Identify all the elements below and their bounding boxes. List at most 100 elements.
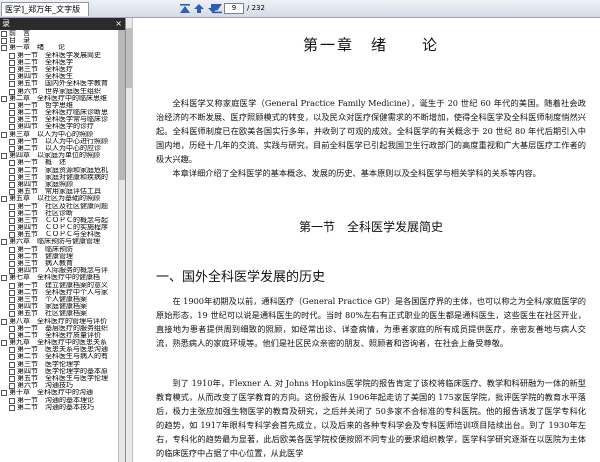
toc-scroll-thumb[interactable] (119, 30, 125, 180)
toc-item[interactable]: 第三节 病人教育 (0, 260, 125, 267)
toc-item[interactable]: 第五节 ＣＯＰＣ与全科医 (0, 231, 125, 239)
page-icon (9, 268, 15, 275)
toc-item[interactable]: 第三章 以人为中心的照顾 (0, 131, 125, 138)
page-icon (9, 261, 15, 267)
toc-item[interactable]: 第二节 全科医疗临床诊断思 (0, 109, 125, 117)
toc-item[interactable]: 第二节 全科医疗中个人与家 (0, 289, 125, 296)
toc-item[interactable]: 第三节 个人健康档案 (0, 296, 125, 303)
toc-item-label: 第七章 全科医疗中的健康档 (9, 274, 100, 282)
page-icon (9, 66, 15, 73)
toc-item[interactable]: 第二节 全科医生与病人的有 (0, 353, 125, 361)
toc-item-label: 第四节 全科医生 (17, 73, 73, 81)
toc-item[interactable]: 第二节 全科医疗质量评价 (0, 332, 125, 339)
toc-item[interactable]: 第三节 全科医疗 (0, 66, 125, 73)
page-icon (9, 397, 15, 404)
toc-sidebar: 录 × 前 言目 录第一章 绪 论第一节 全科医学发展简史 第二节 全科医学 第三节… (0, 18, 126, 462)
page-icon (9, 181, 15, 188)
go-last-button[interactable] (211, 3, 223, 14)
toc-item[interactable]: 第一节 临床预防 (0, 246, 125, 253)
paragraph: 全科医学又称家庭医学（General Practice Family Medic… (156, 98, 586, 164)
toc-item[interactable]: 第四节 医学伦理学的基本原 (0, 368, 125, 375)
page-icon (9, 347, 15, 354)
page-icon (9, 304, 15, 311)
first-page-button[interactable] (179, 3, 191, 14)
page-icon (1, 153, 7, 160)
page-icon (1, 390, 7, 397)
toc-item[interactable]: 第一章 绪 论 (0, 44, 125, 52)
toc-item[interactable]: 第四节 家庭照顾 (0, 181, 125, 188)
page-icon (9, 167, 15, 174)
page-icon (1, 196, 7, 203)
document-scroll-thumb[interactable] (126, 28, 132, 88)
toc-scrollbar[interactable] (118, 30, 125, 462)
toc-item-label: 第二节 全科医生与病人的有 (17, 353, 108, 361)
toc-item-label: 第二节 全科医疗中个人与家 (17, 288, 108, 296)
toc-item[interactable]: 第二节 健康管理 (0, 253, 125, 260)
toc-item-label: 第一节 沟通的基本理论 (17, 396, 94, 404)
toc-item[interactable]: 第三节 ＣＯＰＣ的概念与起 (0, 217, 125, 224)
page-icon (1, 131, 7, 138)
toc-item[interactable]: 目 录 (0, 37, 125, 45)
page-number-input[interactable]: 9 (224, 3, 244, 14)
toc-item[interactable]: 第四节 全科医学的诊疗 (0, 123, 125, 131)
document-tab[interactable]: 医学]_郑万年_文字版 (1, 2, 90, 16)
paragraph: 本章详细介绍了全科医学的基本概念、发展的历史、基本原则以及全科医学与相关学科的关… (172, 168, 541, 178)
toc-item-label: 第二章 全科医疗中的临床思维 (9, 94, 107, 102)
toc-item[interactable]: 第九章 全科医疗中的医患关系 (0, 339, 125, 347)
page-icon (9, 296, 15, 303)
toc-item-label: 第四章 以家庭为单位的照顾 (9, 152, 100, 160)
toc-item[interactable]: 第十章 全科医疗中的沟通 (0, 389, 125, 397)
toc-item-label: 第三节 医学伦理学 (17, 360, 80, 368)
document-scrollbar[interactable] (126, 18, 133, 462)
toc-item[interactable]: 第一节 全科医学发展简史 (0, 52, 125, 59)
toc-item[interactable]: 第二节 家庭资源和家庭危机 (0, 167, 125, 174)
toc-item[interactable]: 第五章 以社区为基础的照顾 (0, 195, 125, 203)
toc-item[interactable]: 第一节 沟通的基本理论 (0, 397, 125, 404)
toc-item[interactable]: 第八章 全科医疗的管理与评价 (0, 318, 125, 325)
toc-item-label: 第一节 概 述 (17, 159, 66, 167)
page-icon (9, 210, 15, 217)
toc-item[interactable]: 第三节 全科医学常与临床诊 (0, 116, 125, 124)
toc-item[interactable]: 第三节 家庭对健康和疾病的 (0, 174, 125, 181)
toc-item-label: 第五节 全科医生与医学伦理 (17, 375, 108, 382)
toc-item[interactable]: 第五节 常用家庭评估工具 (0, 188, 125, 196)
toc-item[interactable]: 第七章 全科医疗中的健康档 (0, 274, 125, 282)
toc-item[interactable]: 第一节 以人为中心进行照顾 (0, 138, 125, 145)
paragraph: 到了 1910年，Flexner A. 对 Johns Hopkins医学院的报… (156, 378, 586, 458)
toc-item[interactable]: 第五节 社区健康档案 (0, 310, 125, 318)
toc-item-label: 第五节 社区健康档案 (17, 310, 87, 318)
close-icon[interactable]: × (115, 18, 122, 30)
toc-item[interactable]: 第六节 世界家庭医生组织 (0, 88, 125, 95)
toc-item[interactable]: 第二节 社区诊断 (0, 210, 125, 217)
page-icon (9, 146, 15, 152)
toc-item[interactable]: 第一节 哲学思维 (0, 102, 125, 109)
toc-item[interactable]: 第五节 国内外全科医学教育 (0, 80, 125, 88)
toc-item[interactable]: 第五节 全科医生与医学伦理 (0, 375, 125, 382)
toc-item[interactable]: 第四节 全科医生 (0, 73, 125, 81)
toc-item[interactable]: 第一节 概 述 (0, 159, 125, 167)
toc-item[interactable]: 第四节 人际服务的概念与评 (0, 267, 125, 275)
toc-item[interactable]: 第二节 以人为中心的应诊 (0, 145, 125, 152)
toc-item[interactable]: 第四节 家庭健康档案 (0, 303, 125, 311)
toc-item[interactable]: 前 言 (0, 30, 125, 37)
toc-item-label: 第十章 全科医疗中的沟通 (9, 389, 93, 397)
page-icon (9, 217, 15, 224)
toc-item[interactable]: 第一节 建立健康档案的意义 (0, 282, 125, 289)
toc-item[interactable]: 第二节 沟通的基本技巧 (0, 404, 125, 411)
page-icon (1, 38, 7, 45)
toc-item[interactable]: 第一节 社区及社区健康问题 (0, 203, 125, 210)
toc-item[interactable]: 第一节 基层医疗的服务组织 (0, 325, 125, 332)
toc-item[interactable]: 第一节 医患关系与医患沟通 (0, 346, 125, 354)
page-icon (9, 376, 15, 382)
toc-item-label: 第四节 家庭健康档案 (17, 303, 87, 311)
toc-item[interactable]: 第六章 临床预防与健康管理 (0, 238, 125, 246)
toc-item[interactable]: 第四节 ＣＯＰＣ的实施程序 (0, 224, 125, 232)
toc-item[interactable]: 第二章 全科医疗中的临床思维 (0, 95, 125, 102)
toc-item[interactable]: 第六节 沟通技巧 (0, 382, 125, 390)
prev-page-button[interactable] (193, 3, 205, 14)
section-title: 第一节 全科医学发展简史 (298, 220, 443, 234)
toc-item[interactable]: 第四章 以家庭为单位的照顾 (0, 152, 125, 160)
toc-item[interactable]: 第二节 全科医学 (0, 59, 125, 66)
toc-item[interactable]: 第三节 医学伦理学 (0, 361, 125, 368)
toc-item-label: 第六节 沟通技巧 (17, 382, 73, 390)
